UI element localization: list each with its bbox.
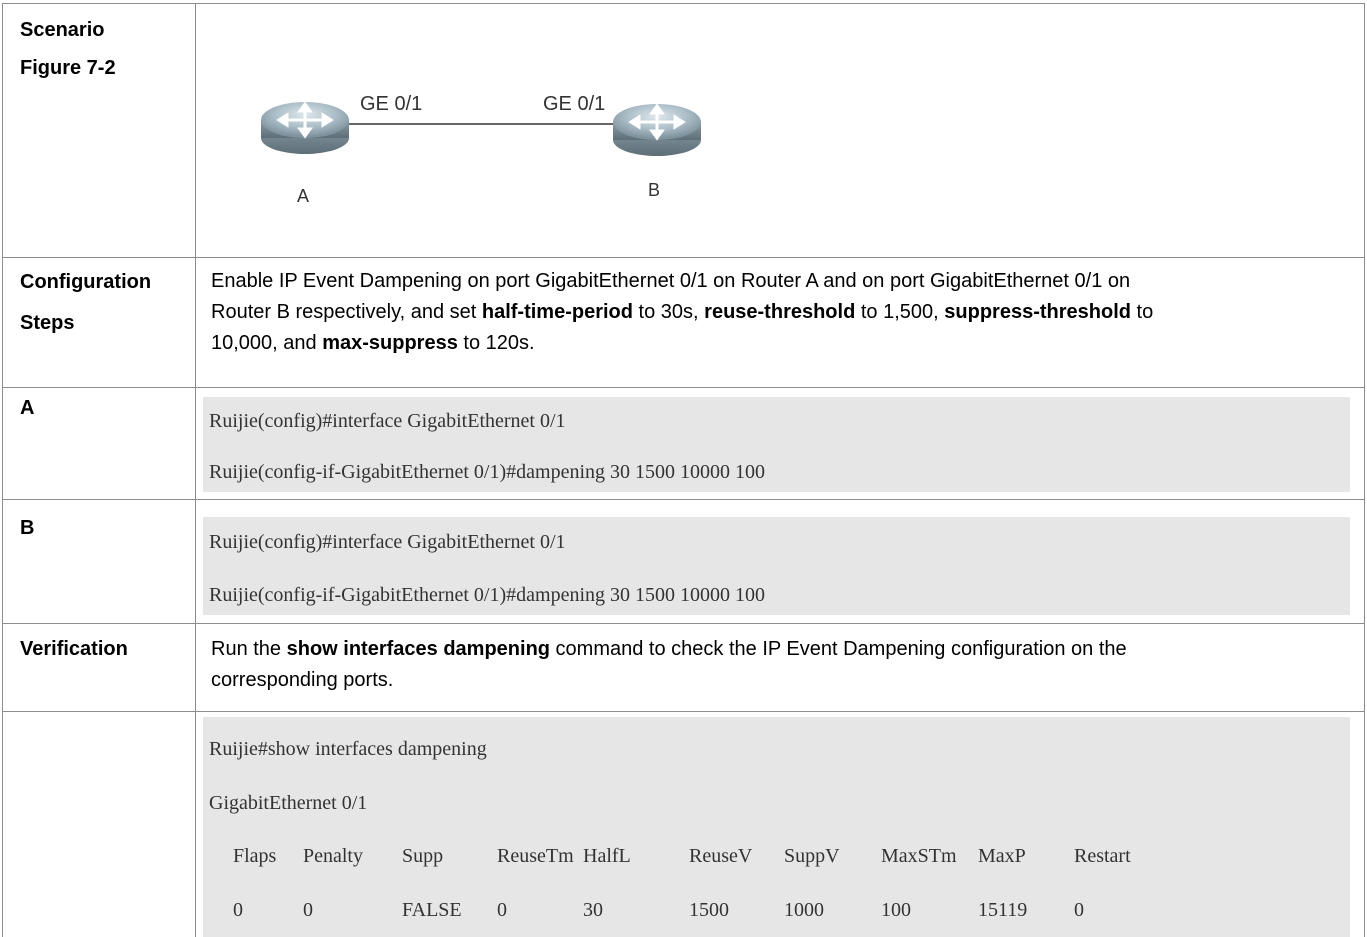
output-header-cell: Restart xyxy=(1074,845,1131,867)
output-value-cell: 30 xyxy=(583,899,603,921)
verification-line1: Run the show interfaces dampening comman… xyxy=(211,638,1127,660)
output-interface-line: GigabitEthernet 0/1 xyxy=(209,792,368,814)
output-header-cell: Flaps xyxy=(233,845,277,867)
router-b-icon xyxy=(613,103,701,156)
output-command-line: Ruijie#show interfaces dampening xyxy=(209,738,487,760)
output-header-row: Flaps Penalty Supp ReuseTm HalfL ReuseV SuppV M… xyxy=(203,844,1350,868)
verification-output-block: Ruijie#show interfaces dampening Gigabit… xyxy=(203,717,1350,937)
router-a-row-label: A xyxy=(20,397,35,419)
port-b-label: GE 0/1 xyxy=(543,93,605,115)
configuration-line2: Router B respectively, and set half-time… xyxy=(211,301,1154,323)
output-value-cell: 0 xyxy=(1074,899,1084,921)
configuration-label-line2: Steps xyxy=(20,312,75,334)
router-b-code-block: Ruijie(config)#interface GigabitEthernet… xyxy=(203,517,1350,615)
verification-text: Run the show interfaces dampening comman… xyxy=(211,634,1351,696)
output-header-cell: HalfL xyxy=(583,845,631,867)
row-divider xyxy=(2,257,1365,258)
figure-label: Figure 7-2 xyxy=(20,57,116,79)
row-divider xyxy=(2,387,1365,388)
output-value-row: 0 0 FALSE 0 30 1500 1000 100 15119 0 xyxy=(203,898,1350,922)
output-value-cell: 15119 xyxy=(978,899,1028,921)
column-divider xyxy=(195,3,196,937)
code-line: Ruijie(config)#interface GigabitEthernet… xyxy=(209,410,566,432)
code-line: Ruijie(config-if-GigabitEthernet 0/1)#da… xyxy=(209,584,765,606)
table-border-right xyxy=(1364,3,1365,937)
output-header-cell: Supp xyxy=(402,845,444,867)
router-b-row-label: B xyxy=(20,517,35,539)
configuration-line3: 10,000, and max-suppress to 120s. xyxy=(211,332,535,354)
output-value-cell: 0 xyxy=(497,899,507,921)
output-value-cell: 1000 xyxy=(784,899,824,921)
row-divider xyxy=(2,623,1365,624)
output-header-cell: ReuseV xyxy=(689,845,753,867)
output-header-cell: ReuseTm xyxy=(497,845,574,867)
router-a-icon xyxy=(261,101,349,154)
output-value-cell: 0 xyxy=(233,899,243,921)
output-value-cell: FALSE xyxy=(402,899,462,921)
output-header-cell: Penalty xyxy=(303,845,363,867)
output-header-cell: SuppV xyxy=(784,845,840,867)
verification-line2: corresponding ports. xyxy=(211,669,394,691)
topology-diagram: GE 0/1 GE 0/1 A B xyxy=(255,84,705,214)
topology-svg: GE 0/1 GE 0/1 A B xyxy=(261,93,701,206)
row-divider xyxy=(2,711,1365,712)
output-header-cell: MaxSTm xyxy=(881,845,957,867)
code-line: Ruijie(config)#interface GigabitEthernet… xyxy=(209,531,566,553)
configuration-label-line1: Configuration xyxy=(20,271,152,293)
code-line: Ruijie(config-if-GigabitEthernet 0/1)#da… xyxy=(209,461,765,483)
row-divider xyxy=(2,3,1365,4)
configuration-text: Enable IP Event Dampening on port Gigabi… xyxy=(211,266,1351,359)
router-a-code-block: Ruijie(config)#interface GigabitEthernet… xyxy=(203,397,1350,492)
router-b-label: B xyxy=(648,180,660,200)
port-a-label: GE 0/1 xyxy=(360,93,422,115)
configuration-line1: Enable IP Event Dampening on port Gigabi… xyxy=(211,270,1131,292)
router-a-label: A xyxy=(297,186,309,206)
row-divider xyxy=(2,499,1365,500)
verification-label: Verification xyxy=(20,638,128,660)
output-value-cell: 1500 xyxy=(689,899,729,921)
output-value-cell: 100 xyxy=(881,899,911,921)
scenario-label: Scenario xyxy=(20,19,105,41)
output-value-cell: 0 xyxy=(303,899,313,921)
output-header-cell: MaxP xyxy=(978,845,1026,867)
table-border-left xyxy=(2,3,3,937)
